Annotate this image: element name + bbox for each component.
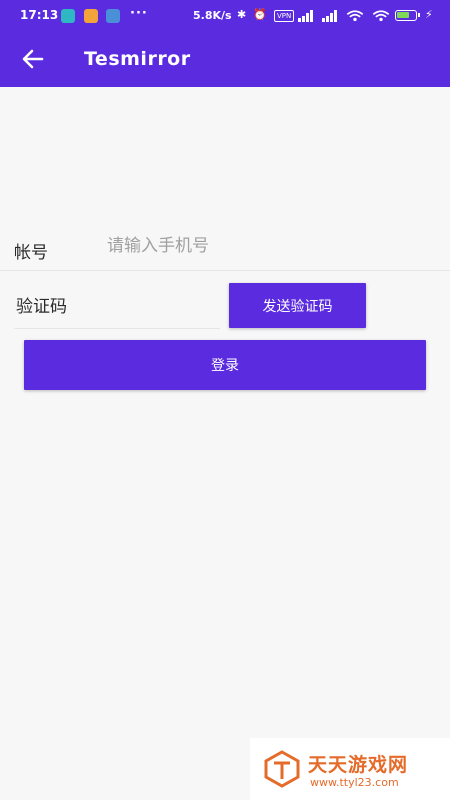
page-title: Tesmirror — [84, 48, 191, 70]
watermark-logo-icon — [264, 750, 300, 788]
arrow-left-icon[interactable] — [20, 46, 46, 72]
phone-input[interactable] — [105, 230, 439, 262]
header: 17:13 ··· 5.8K/s ✱ ⏰ VPN ⚡ Tesmirror — [0, 0, 450, 87]
notification-folder-icon — [84, 9, 98, 23]
watermark-url: www.ttyl23.com — [310, 776, 399, 789]
signal-icon — [298, 10, 313, 22]
vpn-badge: VPN — [274, 10, 295, 22]
network-speed: 5.8K/s — [193, 9, 232, 22]
signal-icon-2 — [322, 10, 337, 22]
account-row: 帐号 — [0, 222, 450, 271]
app-bar: Tesmirror — [0, 32, 450, 87]
alarm-icon: ⏰ — [253, 8, 267, 21]
bluetooth-icon: ✱ — [237, 8, 247, 21]
notification-app-icon — [61, 9, 75, 23]
more-notifications-icon: ··· — [130, 6, 148, 21]
code-field-wrap — [14, 284, 224, 330]
status-bar: 17:13 ··· 5.8K/s ✱ ⏰ VPN ⚡ — [0, 0, 450, 32]
account-label: 帐号 — [14, 243, 48, 263]
send-code-button[interactable]: 发送验证码 — [229, 283, 366, 328]
verification-code-input[interactable] — [14, 284, 224, 330]
notification-telegram-icon — [106, 9, 120, 23]
wifi-icon — [346, 10, 364, 22]
watermark: 天天游戏网 www.ttyl23.com — [250, 738, 450, 800]
wifi-icon-2 — [372, 10, 390, 22]
watermark-title: 天天游戏网 — [308, 754, 409, 776]
battery-icon — [395, 10, 420, 21]
charging-icon: ⚡ — [425, 8, 433, 21]
status-time: 17:13 — [20, 8, 59, 22]
login-button[interactable]: 登录 — [24, 340, 426, 390]
